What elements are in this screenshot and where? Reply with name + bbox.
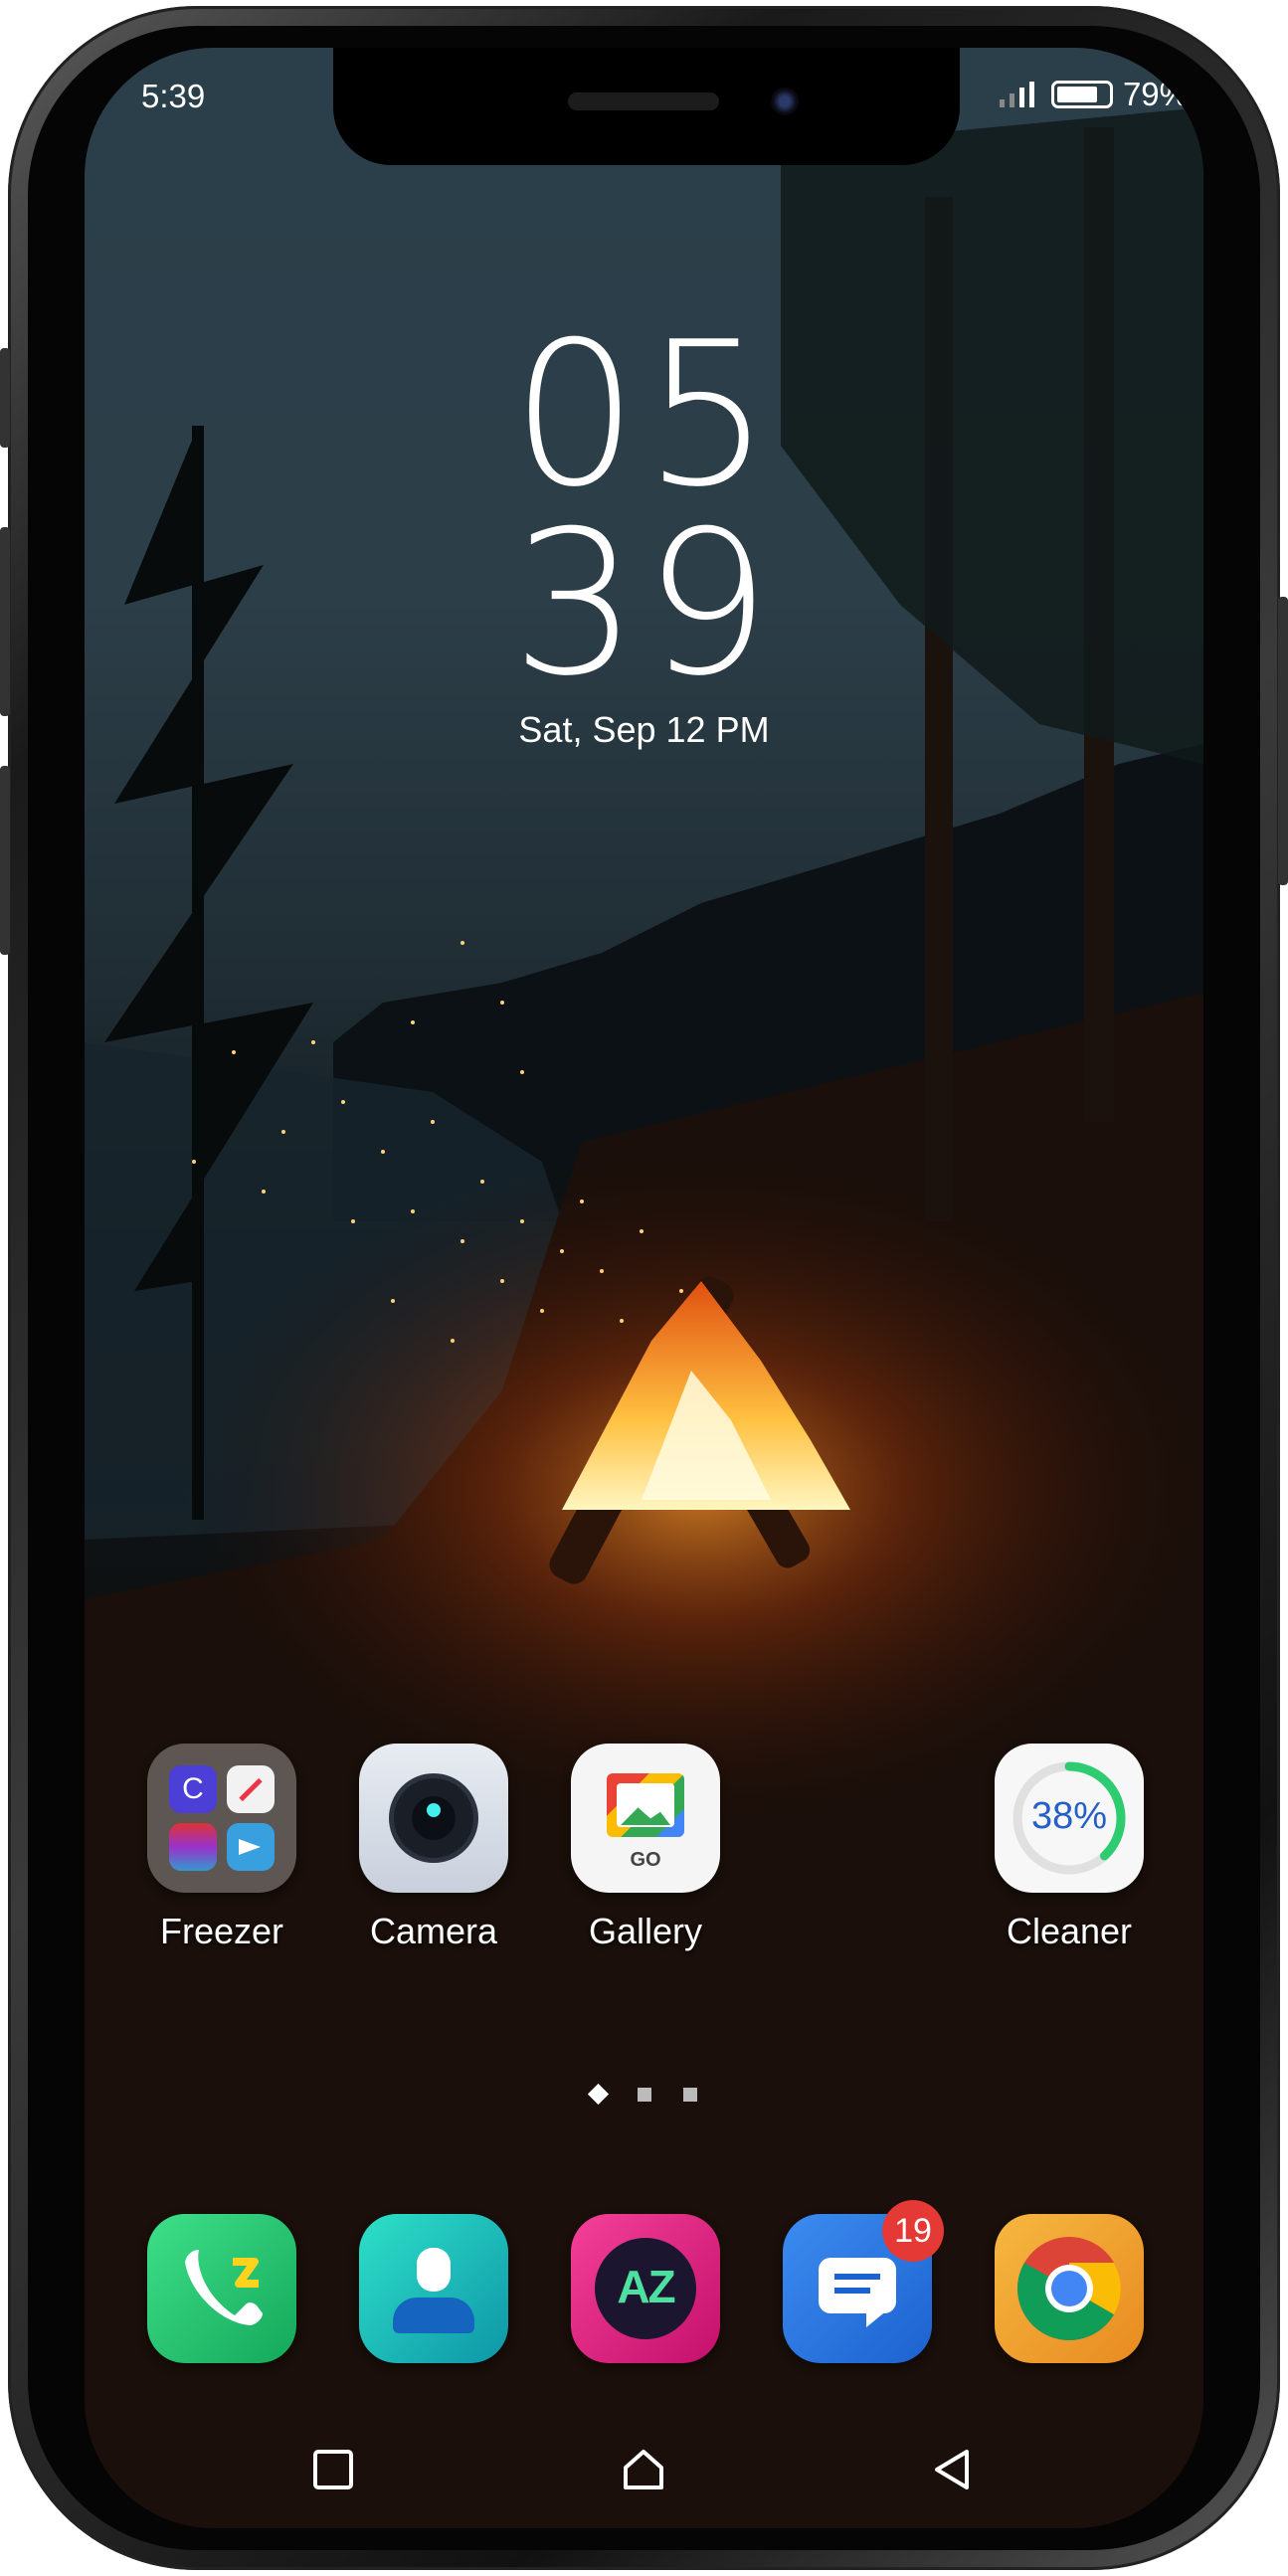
recents-button[interactable]: [298, 2435, 368, 2504]
home-icon: [624, 2450, 663, 2489]
clock-date[interactable]: Sat, Sep 12 PM: [85, 709, 1203, 751]
battery-icon: [1050, 81, 1113, 108]
back-button[interactable]: [918, 2435, 988, 2504]
page-indicator[interactable]: [85, 2083, 1203, 2106]
cleaner-icon: 38%: [995, 1744, 1144, 1893]
contacts-icon[interactable]: [359, 2214, 508, 2363]
az-text: AZ: [617, 2261, 675, 2312]
page-dot-active[interactable]: [587, 2083, 610, 2106]
app-label: Gallery: [588, 1911, 703, 1951]
app-label: Camera: [369, 1911, 498, 1951]
az-icon[interactable]: AZ: [571, 2214, 720, 2363]
gallery-go-label: GO: [630, 1849, 661, 1871]
app-camera[interactable]: Camera: [359, 1744, 508, 1952]
battery-percent: 79%: [1122, 76, 1189, 112]
clock-hours[interactable]: 05: [85, 316, 1203, 515]
home-button[interactable]: [609, 2435, 678, 2504]
phone-icon[interactable]: [147, 2214, 296, 2363]
app-label: Freezer: [159, 1911, 284, 1951]
messages-icon[interactable]: 19: [783, 2200, 944, 2363]
back-triangle-icon: [935, 2450, 969, 2489]
page-dot[interactable]: [683, 2087, 697, 2102]
mute-switch: [0, 348, 10, 448]
square-icon: [313, 2450, 353, 2489]
volume-up-button: [0, 527, 10, 716]
app-label: Cleaner: [1006, 1911, 1133, 1951]
gallery-icon: GO: [571, 1744, 720, 1893]
home-screen: 5:39 79% 05 39 Sat, Sep 12 PM C Freezer: [85, 48, 1203, 2528]
status-bar: 5:39 79%: [85, 70, 1203, 129]
status-right: 79%: [998, 76, 1189, 113]
app-gallery[interactable]: GO Gallery: [571, 1744, 720, 1952]
battery-level: [1056, 87, 1097, 102]
volume-down-button: [0, 766, 10, 955]
app-freezer[interactable]: C Freezer: [147, 1744, 296, 1952]
chrome-icon[interactable]: [995, 2214, 1144, 2363]
page-dot[interactable]: [638, 2087, 651, 2102]
signal-icon: [999, 82, 1034, 107]
cleaner-percent: 38%: [1030, 1795, 1108, 1837]
folder-icon: C: [147, 1744, 296, 1893]
power-button: [1278, 597, 1288, 885]
chrome-glyph: [1017, 2237, 1121, 2340]
unread-badge: 19: [882, 2200, 944, 2262]
camera-icon: [359, 1744, 508, 1893]
app-cleaner[interactable]: 38% Cleaner: [995, 1744, 1144, 1952]
phone-glyph: [185, 2250, 263, 2325]
navigation-bar: [85, 2435, 1203, 2514]
clock-minutes[interactable]: 39: [85, 505, 1203, 704]
status-time: 5:39: [141, 78, 206, 114]
